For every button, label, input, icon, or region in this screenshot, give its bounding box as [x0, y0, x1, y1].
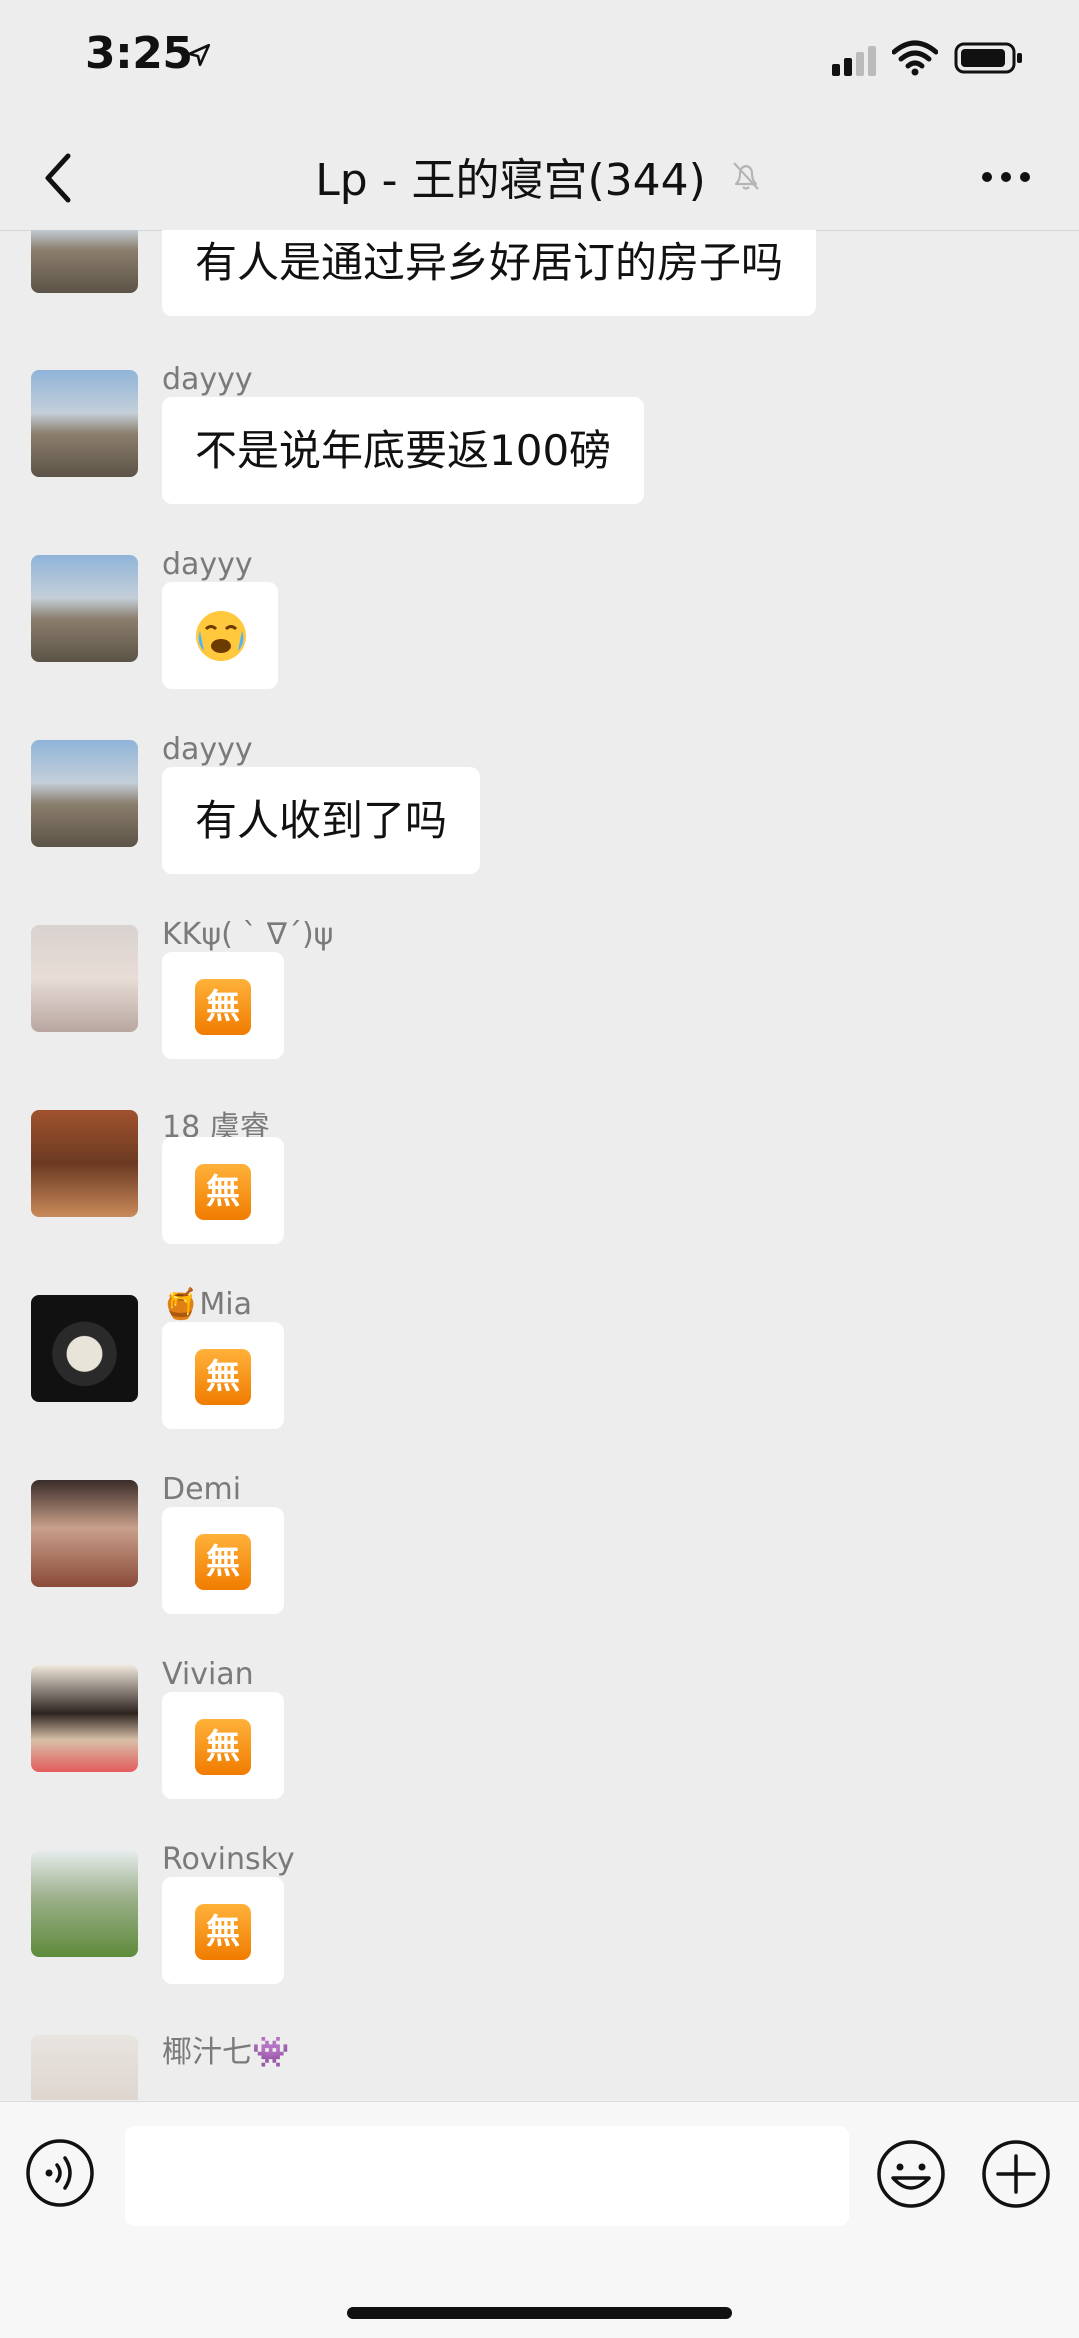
- message-bubble[interactable]: [162, 582, 278, 689]
- avatar[interactable]: [31, 740, 138, 847]
- message-item: Demi 無: [0, 1472, 1079, 1640]
- wu-emoji-icon: 無: [195, 1904, 251, 1960]
- avatar[interactable]: [31, 1665, 138, 1772]
- avatar[interactable]: [31, 1295, 138, 1402]
- home-indicator[interactable]: [347, 2307, 732, 2319]
- message-input[interactable]: [125, 2126, 849, 2226]
- wifi-icon: [892, 40, 938, 76]
- message-item: 🍯Mia 無: [0, 1287, 1079, 1455]
- message-item: 18 虞睿 無: [0, 1110, 1079, 1270]
- smile-icon[interactable]: [875, 2138, 947, 2210]
- avatar[interactable]: [31, 1850, 138, 1957]
- wu-emoji-icon: 無: [195, 1534, 251, 1590]
- sender-name: KKψ( ` ∇´)ψ: [162, 917, 334, 952]
- avatar[interactable]: [31, 2035, 138, 2100]
- message-item: dayyy 不是说年底要返100磅: [0, 362, 1079, 530]
- wu-emoji-icon: 無: [195, 979, 251, 1035]
- message-bubble[interactable]: 無: [162, 952, 284, 1059]
- sender-name: Rovinsky: [162, 1842, 295, 1877]
- wu-emoji-icon: 無: [195, 1349, 251, 1405]
- message-item: dayyy 有人收到了吗: [0, 732, 1079, 900]
- avatar[interactable]: [31, 370, 138, 477]
- message-item: dayyy 有人是通过异乡好居订的房子吗: [0, 230, 1079, 346]
- plus-icon[interactable]: [980, 2138, 1052, 2210]
- message-bubble[interactable]: 不是说年底要返100磅: [162, 397, 645, 504]
- sender-name: dayyy: [162, 362, 253, 397]
- wu-emoji-icon: 無: [195, 1719, 251, 1775]
- crying-face-icon: [196, 611, 246, 661]
- message-bubble[interactable]: 無: [162, 1877, 284, 1984]
- sender-name: Demi: [162, 1472, 242, 1507]
- chat-message-list[interactable]: dayyy 有人是通过异乡好居订的房子吗 dayyy 不是说年底要返100磅 d…: [0, 230, 1079, 2100]
- message-item: dayyy: [0, 547, 1079, 715]
- sender-name: dayyy: [162, 732, 253, 767]
- status-time: 3:25: [85, 28, 193, 79]
- nav-bar: Lp - 王的寝宫(344): [0, 120, 1079, 231]
- message-bubble[interactable]: 無: [162, 1507, 284, 1614]
- sender-name: 椰汁七👾: [162, 2035, 290, 2070]
- chat-title: Lp - 王的寝宫(344): [315, 155, 706, 206]
- more-options-button[interactable]: [980, 170, 1032, 184]
- message-item: KKψ( ` ∇´)ψ 無: [0, 917, 1079, 1085]
- message-item: Rovinsky 無: [0, 1842, 1079, 2010]
- message-item: Vivian 無: [0, 1657, 1079, 1825]
- cellular-signal-icon: [832, 46, 876, 76]
- chat-title-wrap: Lp - 王的寝宫(344): [0, 144, 1079, 208]
- avatar[interactable]: [31, 1110, 138, 1217]
- message-bubble[interactable]: 無: [162, 1137, 284, 1244]
- avatar[interactable]: [31, 925, 138, 1032]
- avatar[interactable]: [31, 230, 138, 293]
- sender-name: Vivian: [162, 1657, 254, 1692]
- message-bubble[interactable]: 無: [162, 1692, 284, 1799]
- input-bar: [0, 2101, 1079, 2338]
- sender-name: 🍯Mia: [162, 1287, 252, 1322]
- wu-emoji-icon: 無: [195, 1164, 251, 1220]
- bell-slash-icon: [732, 162, 759, 190]
- message-bubble[interactable]: 有人收到了吗: [162, 767, 481, 874]
- message-item: 椰汁七👾: [0, 2035, 1079, 2100]
- sender-name: dayyy: [162, 547, 253, 582]
- battery-icon: [954, 42, 1022, 74]
- message-bubble[interactable]: 無: [162, 1322, 284, 1429]
- avatar[interactable]: [31, 555, 138, 662]
- location-arrow-icon: [187, 43, 211, 67]
- status-bar: 3:25: [0, 0, 1079, 120]
- message-bubble[interactable]: 有人是通过异乡好居订的房子吗: [162, 230, 817, 316]
- avatar[interactable]: [31, 1480, 138, 1587]
- voice-icon[interactable]: [25, 2138, 95, 2208]
